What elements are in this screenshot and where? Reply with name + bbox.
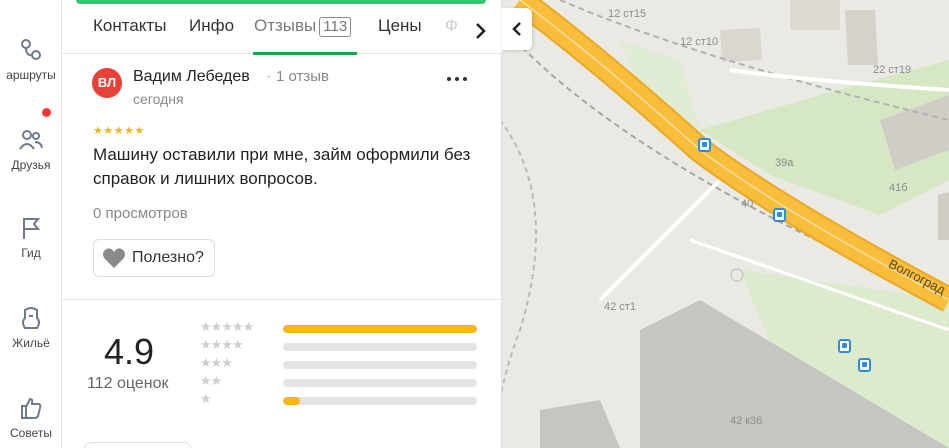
housing-icon: [22, 307, 40, 329]
distribution-bar: [283, 343, 477, 351]
distribution-stars: ★★★: [200, 355, 233, 370]
avatar[interactable]: ВЛ: [92, 68, 122, 98]
distribution-stars: ★★★★: [200, 337, 244, 352]
tabs-scroll-right-button[interactable]: [462, 8, 502, 52]
tab-info[interactable]: Инфо: [189, 16, 234, 36]
thumbs-up-icon: [21, 397, 42, 419]
rating-summary: 4.9 112 оценок ★★★★★ ★★★★ ★★★ ★★ ★: [62, 301, 502, 448]
side-navigation: аршруты Друзья Гид Жильё Советы: [0, 0, 62, 448]
tab-bar: Контакты Инфо Отзывы 113 Цены Ф: [62, 4, 502, 55]
author-review-count: 1 отзыв: [276, 68, 330, 85]
review-text: Машину оставили при мне, займ оформили б…: [93, 145, 471, 188]
helpful-button[interactable]: Полезно?: [93, 239, 215, 277]
distribution-bar: [283, 397, 477, 405]
distribution-stars: ★★★★★: [200, 319, 254, 334]
distribution-bar: [283, 379, 477, 387]
nav-item-routes[interactable]: аршруты: [0, 36, 62, 82]
map-label-building: 40: [741, 198, 754, 210]
rating-count: 112 оценок: [87, 375, 169, 392]
distribution-bar-fill: [283, 397, 301, 405]
distribution-bar: [283, 325, 477, 333]
map-label-building: 12 ст15: [608, 8, 647, 20]
review-card: ВЛ Вадим Лебедев · 1 отзыв сегодня ★★★★★…: [62, 55, 502, 300]
map-label-building: 42 ст1: [604, 301, 636, 313]
friends-icon: [19, 130, 43, 150]
organization-panel: Контакты Инфо Отзывы 113 Цены Ф ВЛ Вадим …: [62, 0, 502, 448]
nav-item-housing[interactable]: Жильё: [0, 304, 62, 350]
bus-stop-icon[interactable]: [773, 208, 786, 222]
flag-icon: [23, 218, 41, 239]
author-separator: ·: [266, 68, 272, 85]
distribution-stars: ★: [200, 391, 212, 406]
distribution-bar: [283, 361, 477, 369]
heart-icon: [103, 248, 125, 268]
map-label-building: 12 ст10: [680, 36, 719, 48]
nav-label: Гид: [21, 246, 41, 260]
nav-label: Друзья: [11, 158, 51, 172]
average-rating: 4.9: [104, 331, 155, 372]
author-name[interactable]: Вадим Лебедев: [133, 68, 250, 86]
tab-prices[interactable]: Цены: [378, 16, 422, 36]
map-label-building: 41б: [889, 182, 908, 194]
more-options-button[interactable]: [444, 69, 470, 89]
next-card-button[interactable]: [84, 442, 192, 448]
helpful-label: Полезно?: [132, 249, 204, 266]
tab-reviews-count: 113: [319, 17, 352, 37]
nav-label: Советы: [10, 426, 52, 440]
nav-item-guide[interactable]: Гид: [0, 214, 62, 260]
bus-stop-icon[interactable]: [838, 339, 851, 353]
bus-stop-icon[interactable]: [698, 138, 711, 152]
distribution-bar-fill: [283, 325, 477, 333]
nav-item-tips[interactable]: Советы: [0, 394, 62, 440]
nav-item-friends[interactable]: Друзья: [0, 126, 62, 172]
chevron-right-icon: [476, 23, 486, 39]
nav-label: Жильё: [12, 336, 50, 350]
tab-contacts[interactable]: Контакты: [93, 16, 166, 36]
map-label-building: 39а: [775, 157, 794, 169]
map-label-building: 22 ст19: [873, 64, 912, 76]
review-date: сегодня: [133, 91, 184, 107]
notification-dot: [42, 108, 51, 117]
collapse-panel-button[interactable]: [502, 8, 532, 50]
tab-reviews[interactable]: Отзывы 113: [254, 16, 352, 37]
chevron-left-icon: [512, 22, 521, 36]
routes-icon: [21, 39, 41, 60]
review-views: 0 просмотров: [93, 205, 188, 222]
map-label-building: 42 к36: [730, 415, 763, 427]
tab-overflow-label: Ф: [445, 16, 458, 35]
tab-reviews-label: Отзывы: [254, 16, 317, 35]
nav-label: аршруты: [6, 68, 56, 82]
review-rating-stars: ★★★★★: [93, 125, 145, 137]
distribution-stars: ★★: [200, 373, 222, 388]
bus-stop-icon[interactable]: [858, 358, 871, 372]
